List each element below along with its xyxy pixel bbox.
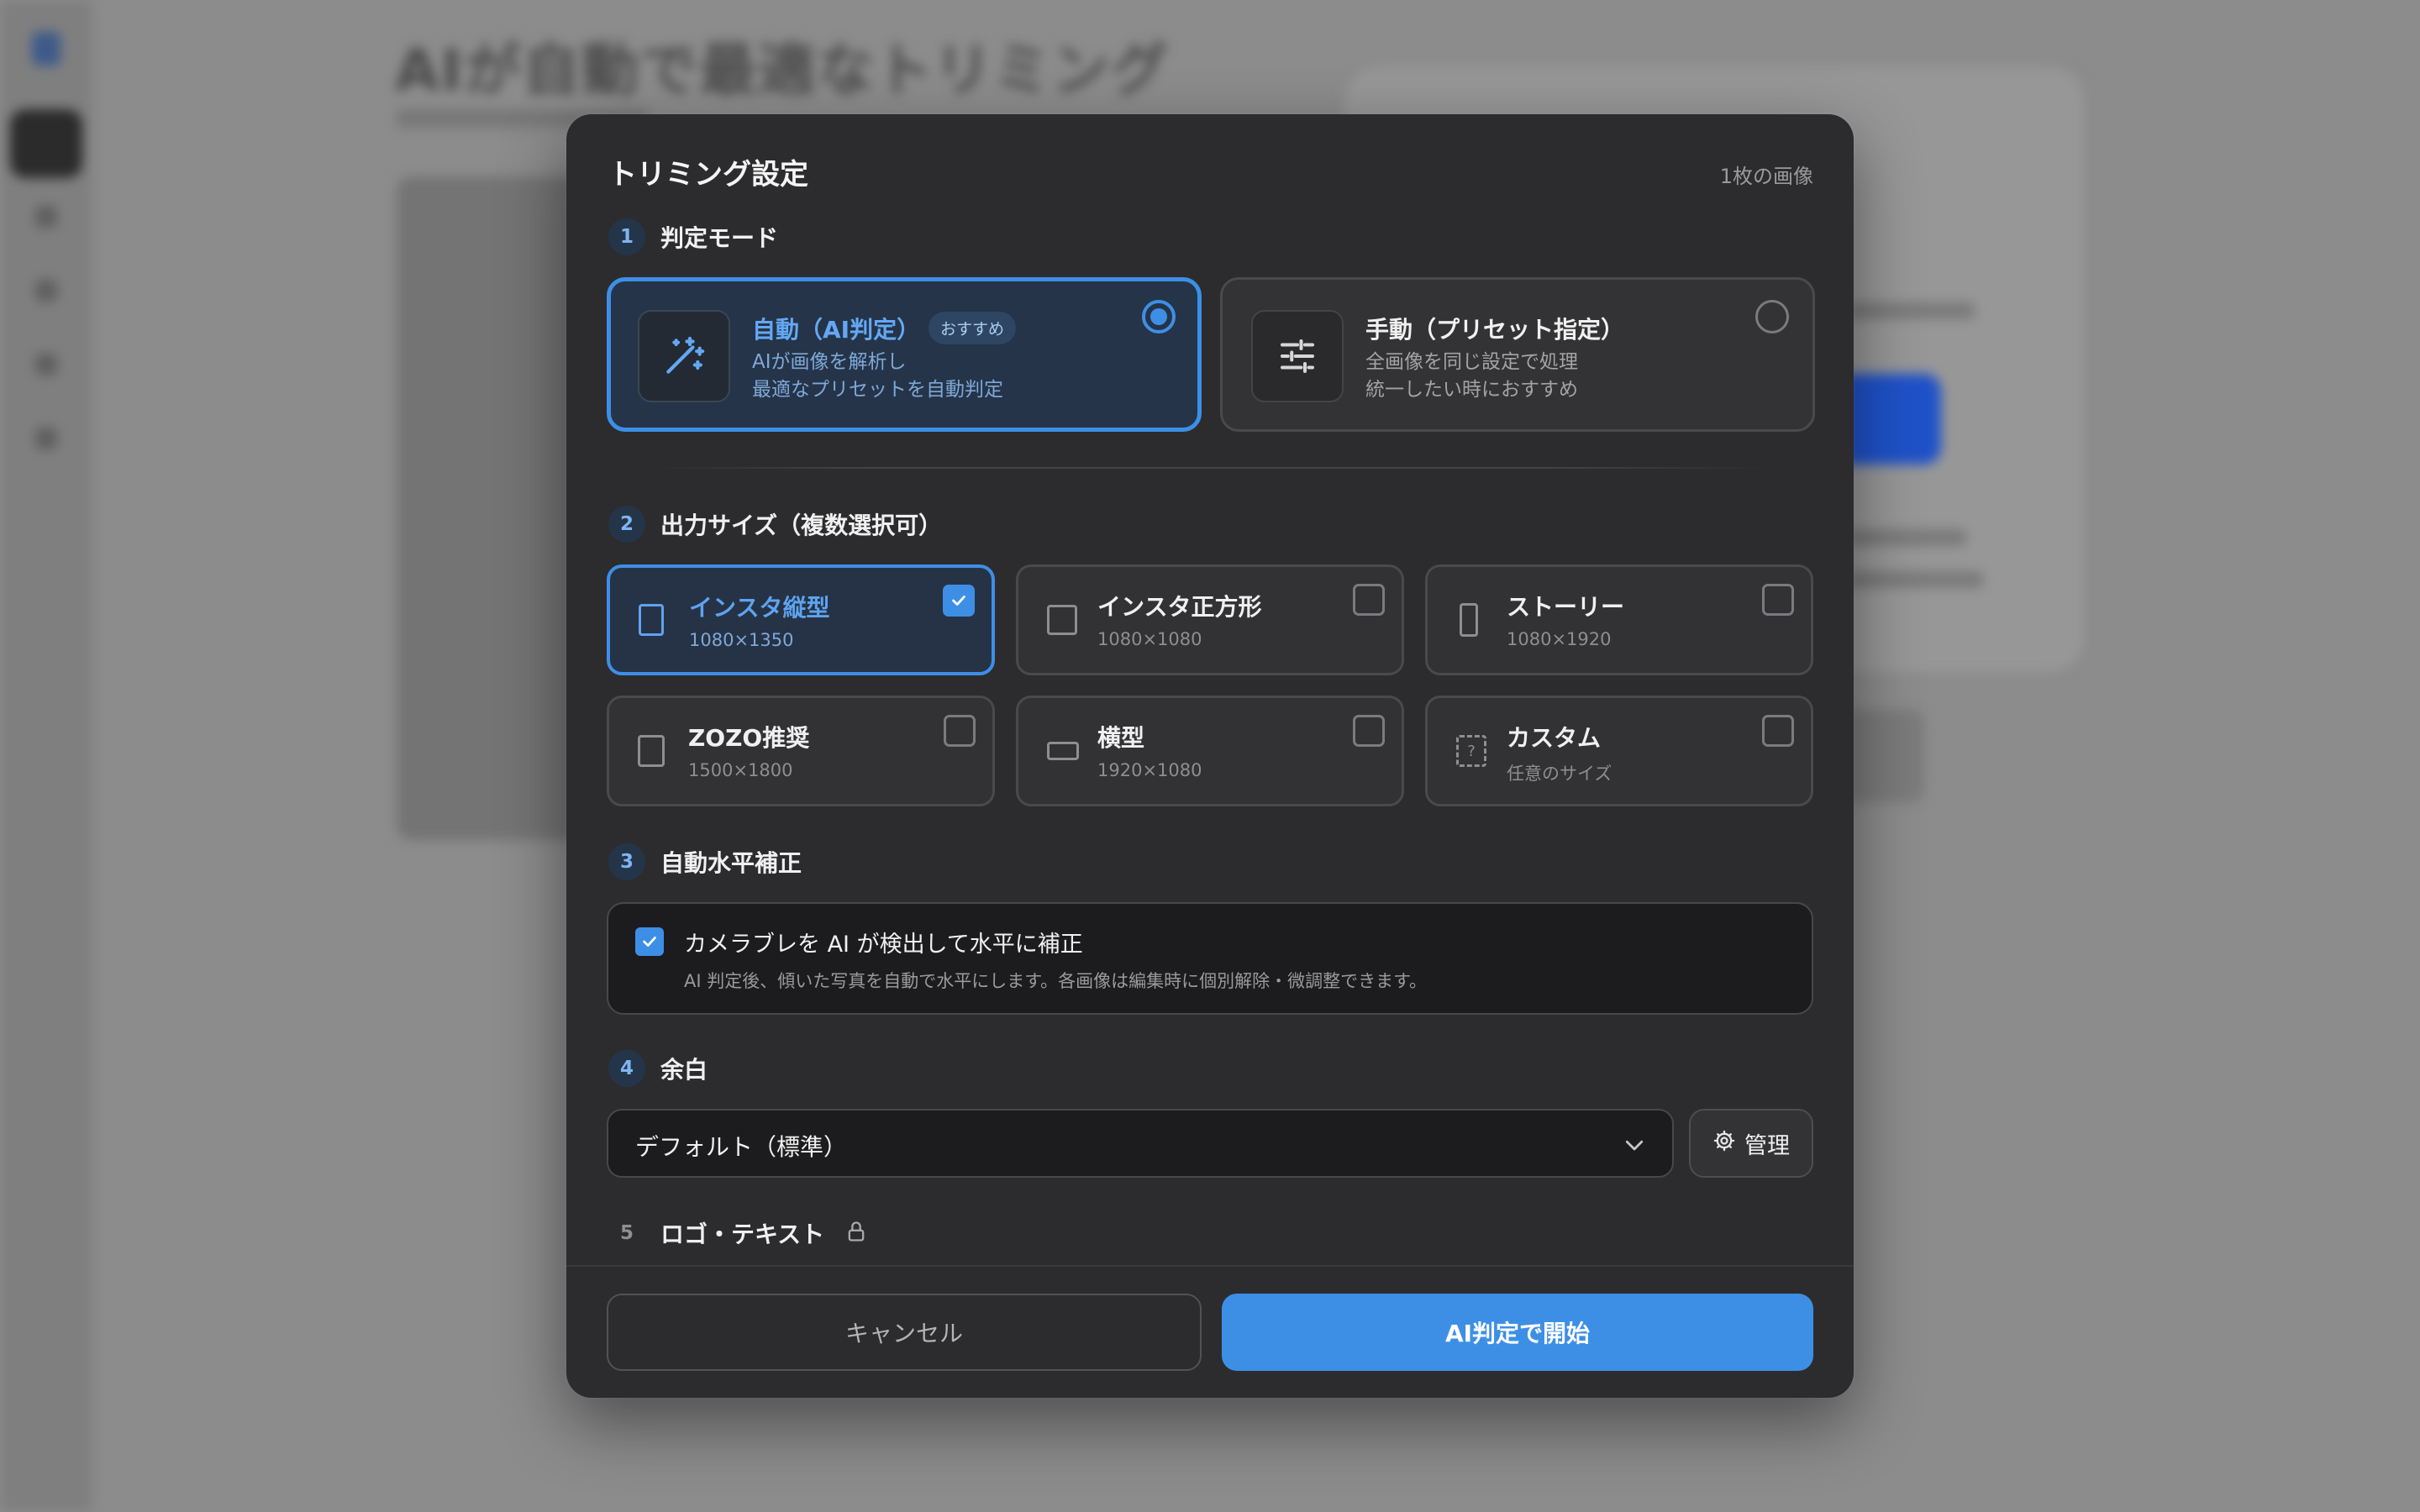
recommended-badge: おすすめ [929, 312, 1017, 344]
section-mode-header: 1 判定モード [608, 218, 778, 255]
size-name: カスタム [1507, 724, 1602, 752]
radio-unselected[interactable] [1755, 300, 1789, 333]
mode-desc-line: 最適なプリセットを自動判定 [752, 379, 1003, 401]
checkbox[interactable] [944, 715, 976, 747]
margin-select[interactable]: デフォルト（標準） [607, 1109, 1674, 1178]
size-name: インスタ正方形 [1097, 593, 1262, 621]
section-size-header: 2 出力サイズ（複数選択可） [608, 506, 942, 543]
section-logo-header: 5 ロゴ・テキスト [608, 1215, 868, 1252]
mode-description: AIが画像を解析し 最適なプリセットを自動判定 [752, 349, 1003, 404]
bg-page-title: AIが自動で最適なトリミング [395, 38, 1170, 104]
mode-description: 全画像を同じ設定で処理 統一したい時におすすめ [1365, 349, 1578, 404]
section-number: 5 [619, 1222, 634, 1244]
mode-card-manual[interactable]: 手動（プリセット指定） 全画像を同じ設定で処理 統一したい時におすすめ [1220, 277, 1815, 432]
section-number: 2 [608, 506, 645, 543]
bg-logo [32, 32, 60, 66]
auto-level-description: AI 判定後、傾いた写真を自動で水平にします。各画像は編集時に個別解除・微調整で… [684, 971, 1428, 991]
size-name: ストーリー [1507, 593, 1625, 621]
size-card-insta-square[interactable]: インスタ正方形 1080×1080 [1016, 564, 1404, 675]
size-name: ZOZO推奨 [688, 724, 810, 752]
story-shape-icon [1460, 603, 1478, 637]
radio-selected[interactable] [1142, 300, 1176, 333]
bg-nav-icon [35, 280, 57, 302]
size-dimensions: 1080×1920 [1507, 629, 1612, 649]
section-label: 余白 [660, 1056, 708, 1084]
margin-select-value: デフォルト（標準） [635, 1133, 848, 1161]
section-label: 自動水平補正 [660, 849, 802, 877]
section-margin-header: 4 余白 [608, 1050, 708, 1087]
size-card-insta-portrait[interactable]: インスタ縦型 1080×1350 [607, 564, 995, 675]
footer-divider [566, 1265, 1854, 1267]
bg-line [1849, 529, 1966, 546]
landscape-shape-icon [1047, 742, 1079, 760]
mode-card-auto[interactable]: 自動（AI判定） おすすめ AIが画像を解析し 最適なプリセットを自動判定 [607, 277, 1202, 432]
bg-line [1849, 571, 1983, 588]
portrait-shape-icon [639, 604, 664, 636]
cancel-button[interactable]: キャンセル [607, 1294, 1202, 1371]
bg-sidebar [0, 0, 92, 1512]
checkbox-checked[interactable] [943, 585, 975, 617]
sliders-icon [1251, 310, 1344, 402]
modal-title: トリミング設定 [608, 158, 808, 192]
magic-wand-icon [638, 310, 730, 402]
image-count: 1枚の画像 [1719, 165, 1813, 188]
custom-shape-icon: ? [1456, 735, 1486, 767]
divider [650, 467, 1768, 469]
size-dimensions: 1500×1800 [688, 760, 793, 780]
auto-level-checkbox[interactable] [635, 927, 664, 956]
lock-icon [844, 1220, 868, 1247]
mode-name: 手動（プリセット指定） [1365, 316, 1625, 344]
checkbox[interactable] [1762, 715, 1794, 747]
bg-line [1849, 302, 1975, 319]
size-dimensions: 任意のサイズ [1507, 764, 1612, 784]
mode-desc-line: 統一したい時におすすめ [1365, 379, 1578, 401]
section-label: ロゴ・テキスト [660, 1221, 825, 1248]
size-dimensions: 1920×1080 [1097, 760, 1202, 780]
section-number: 1 [608, 218, 645, 255]
mode-desc-line: AIが画像を解析し [752, 351, 907, 373]
section-label: 判定モード [660, 224, 779, 252]
manage-button[interactable]: 管理 [1689, 1109, 1813, 1178]
trimming-settings-modal: トリミング設定 1枚の画像 1 判定モード 自動（AI判定） おすすめ AIが画… [566, 114, 1854, 1398]
checkbox[interactable] [1353, 584, 1385, 616]
size-dimensions: 1080×1350 [689, 630, 794, 650]
square-shape-icon [1047, 605, 1077, 635]
checkbox[interactable] [1762, 584, 1794, 616]
section-label: 出力サイズ（複数選択可） [660, 512, 943, 539]
size-dimensions: 1080×1080 [1097, 629, 1202, 649]
bg-nav-icon [35, 354, 57, 375]
size-card-landscape[interactable]: 横型 1920×1080 [1016, 696, 1404, 806]
auto-level-title: カメラブレを AI が検出して水平に補正 [684, 932, 1083, 958]
size-card-story[interactable]: ストーリー 1080×1920 [1425, 564, 1813, 675]
size-name: インスタ縦型 [689, 594, 830, 622]
mode-desc-line: 全画像を同じ設定で処理 [1365, 351, 1578, 373]
bg-nav-active [10, 109, 82, 178]
bg-nav-icon [35, 428, 57, 449]
size-card-custom[interactable]: ? カスタム 任意のサイズ [1425, 696, 1813, 806]
manage-button-label: 管理 [1744, 1132, 1790, 1159]
section-number: 3 [608, 843, 645, 880]
section-number: 4 [608, 1050, 645, 1087]
size-name: 横型 [1097, 724, 1145, 752]
checkbox[interactable] [1353, 715, 1385, 747]
size-card-zozo[interactable]: ZOZO推奨 1500×1800 [607, 696, 995, 806]
section-level-header: 3 自動水平補正 [608, 843, 802, 880]
start-ai-button[interactable]: AI判定で開始 [1222, 1294, 1813, 1371]
bg-nav-icon [35, 206, 57, 228]
portrait-shape-icon [638, 735, 665, 767]
auto-level-option[interactable]: カメラブレを AI が検出して水平に補正 AI 判定後、傾いた写真を自動で水平に… [607, 902, 1813, 1015]
mode-name: 自動（AI判定） [752, 316, 921, 344]
chevron-down-icon [1622, 1132, 1647, 1161]
gear-icon [1712, 1129, 1736, 1158]
